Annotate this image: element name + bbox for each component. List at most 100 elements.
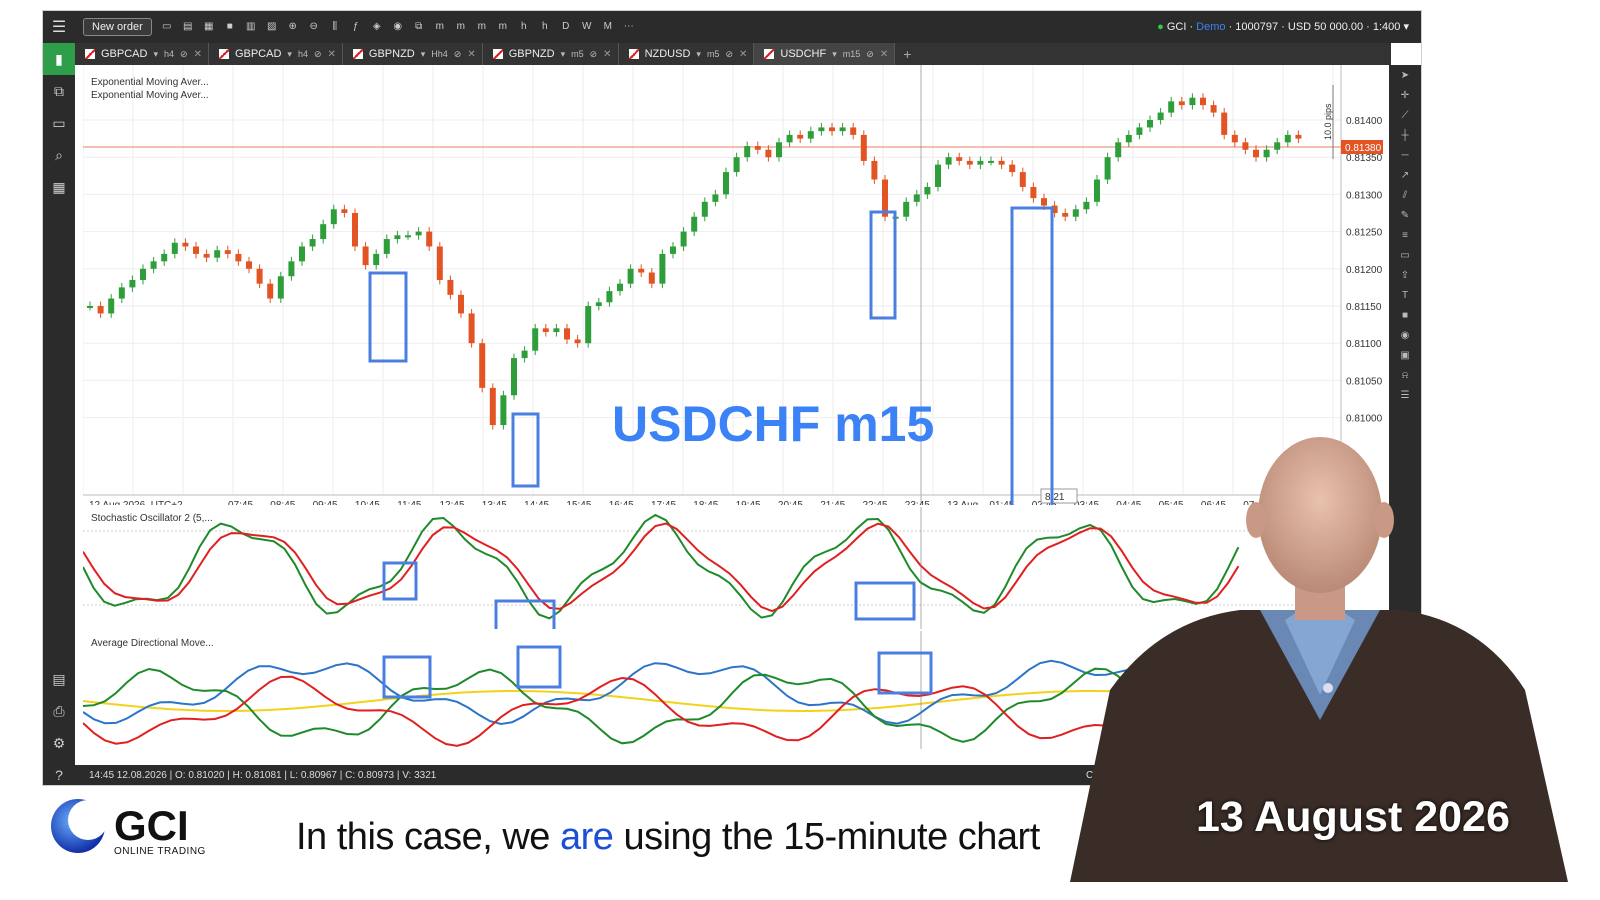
timeframe-h1-button[interactable]: h — [518, 21, 530, 33]
candle-body — [1178, 101, 1185, 106]
chevron-down-icon[interactable]: ▾ — [696, 49, 701, 60]
candle-body — [235, 253, 242, 262]
account-info[interactable]: ● GCI · Demo · 1000797 · USD 50 000.00 ·… — [1157, 20, 1409, 33]
ray-icon[interactable]: ↗ — [1389, 165, 1421, 185]
candle-body — [277, 276, 284, 299]
tab-timeframe[interactable]: m5 — [571, 49, 584, 59]
new-order-button[interactable]: New order — [83, 18, 152, 36]
stochastic-label: Stochastic Oscillator 2 (5,... — [91, 513, 213, 524]
chevron-down-icon[interactable]: ▾ — [287, 49, 292, 60]
link-icon[interactable]: ⊘ — [314, 49, 322, 60]
timeframe-w1-button[interactable]: W — [581, 21, 593, 33]
x-tick-label: 18:45 — [693, 500, 718, 505]
timeframe-h4-button[interactable]: h — [539, 21, 551, 33]
candle-body — [1147, 120, 1153, 128]
tab-nzdusd-4[interactable]: NZDUSD ▾ m5 ⊘ ✕ — [619, 43, 755, 65]
chevron-down-icon[interactable]: ▾ — [832, 49, 837, 60]
alarm-icon[interactable]: ⍾ — [1389, 365, 1421, 385]
printer-icon[interactable]: ⎙ — [43, 695, 75, 727]
hamburger-icon[interactable]: ☰ — [43, 11, 75, 43]
link-icon[interactable]: ⊘ — [590, 49, 598, 60]
zoom-out-icon[interactable]: ⊖ — [308, 21, 320, 33]
tab-gbpcad-0[interactable]: GBPCAD ▾ h4 ⊘ ✕ — [75, 43, 209, 65]
horizontal-line-icon[interactable]: ─ — [1389, 145, 1421, 165]
grid-icon[interactable]: ▦ — [203, 21, 215, 33]
single-layout-icon[interactable]: ■ — [224, 21, 236, 33]
candles-icon[interactable]: ⫼ — [329, 21, 341, 33]
tab-timeframe[interactable]: m15 — [843, 49, 861, 59]
chart-type-icon[interactable]: ▭ — [161, 21, 173, 33]
link-icon[interactable]: ⊘ — [866, 49, 874, 60]
cursor-icon[interactable]: ➤ — [1389, 65, 1421, 85]
pencil-icon[interactable]: ✎ — [1389, 205, 1421, 225]
close-icon[interactable]: ✕ — [194, 49, 202, 60]
search-icon[interactable]: ⌕ — [43, 139, 75, 171]
text-icon[interactable]: T — [1389, 285, 1421, 305]
link-icon[interactable]: ⊘ — [454, 49, 462, 60]
timeframe-mn-button[interactable]: M — [602, 21, 614, 33]
candle-body — [829, 127, 835, 132]
highlight-box — [511, 412, 540, 488]
channel-icon[interactable]: ⫽ — [1389, 185, 1421, 205]
tab-gbpnzd-3[interactable]: GBPNZD ▾ m5 ⊘ ✕ — [483, 43, 619, 65]
tab-timeframe[interactable]: h4 — [164, 49, 174, 59]
close-icon[interactable]: ✕ — [328, 49, 336, 60]
timeframe-m1-button[interactable]: m — [434, 21, 446, 33]
copy-icon[interactable]: ⧉ — [43, 75, 75, 107]
tab-timeframe[interactable]: m5 — [707, 49, 720, 59]
trendline-icon[interactable]: ⟋ — [1389, 105, 1421, 125]
camera-icon[interactable]: ▣ — [1389, 345, 1421, 365]
chart-icon[interactable]: ▮ — [43, 43, 75, 75]
layout-icon[interactable]: ▦ — [43, 171, 75, 203]
add-tab-icon[interactable]: + — [903, 46, 911, 62]
timeframe-m30-button[interactable]: m — [497, 21, 509, 33]
timeframe-m15-button[interactable]: m — [476, 21, 488, 33]
layers-icon[interactable]: ◈ — [371, 21, 383, 33]
settings-icon[interactable]: ⚙ — [43, 727, 75, 759]
indicator-icon[interactable]: ƒ — [350, 21, 362, 33]
tab-usdchf-5[interactable]: USDCHF ▾ m15 ⊘ ✕ — [754, 43, 896, 65]
x-tick-label: 13 Aug — [947, 500, 978, 505]
crosshair-icon[interactable]: ✛ — [1389, 85, 1421, 105]
candle-body — [988, 160, 994, 163]
x-tick-label: 09:45 — [313, 500, 338, 505]
close-icon[interactable]: ✕ — [467, 49, 475, 60]
wallet-icon[interactable]: ▭ — [43, 107, 75, 139]
tab-timeframe[interactable]: Hh4 — [431, 49, 448, 59]
candle-body — [945, 157, 952, 165]
close-icon[interactable]: ✕ — [603, 49, 611, 60]
eye-icon[interactable]: ◉ — [392, 21, 404, 33]
link-icon[interactable]: ⊘ — [725, 49, 733, 60]
color-swatch-icon[interactable]: ■ — [1389, 305, 1421, 325]
close-icon[interactable]: ✕ — [739, 49, 747, 60]
template-icon[interactable]: ⧉ — [413, 21, 425, 33]
arrow-up-icon[interactable]: ⇧ — [1389, 265, 1421, 285]
connection-dot-icon: ● — [1157, 21, 1167, 33]
chevron-down-icon[interactable]: ▾ — [153, 49, 158, 60]
more-icon[interactable]: ⋯ — [623, 21, 635, 33]
window-icon[interactable]: ▤ — [182, 21, 194, 33]
chevron-down-icon[interactable]: ▾ — [421, 49, 426, 60]
close-icon[interactable]: ✕ — [880, 49, 888, 60]
split-layout-icon[interactable]: ▥ — [245, 21, 257, 33]
tab-timeframe[interactable]: h4 — [298, 49, 308, 59]
objects-list-icon[interactable]: ☰ — [1389, 385, 1421, 405]
y-tick-label: 0.81150 — [1346, 302, 1382, 313]
timeframe-m5-button[interactable]: m — [455, 21, 467, 33]
tab-gbpnzd-2[interactable]: GBPNZD ▾ Hh4 ⊘ ✕ — [343, 43, 483, 65]
zoom-in-icon[interactable]: ⊕ — [287, 21, 299, 33]
magnet-icon[interactable]: ◉ — [1389, 325, 1421, 345]
tile-icon[interactable]: ▨ — [266, 21, 278, 33]
fibonacci-icon[interactable]: ≡ — [1389, 225, 1421, 245]
vertical-line-icon[interactable]: ┼ — [1389, 125, 1421, 145]
help-icon[interactable]: ? — [43, 759, 75, 785]
candle-body — [129, 279, 136, 288]
rectangle-icon[interactable]: ▭ — [1389, 245, 1421, 265]
link-icon[interactable]: ⊘ — [180, 49, 188, 60]
highlight-box — [368, 271, 408, 363]
candle-body — [786, 134, 793, 143]
calculator-icon[interactable]: ▤ — [43, 663, 75, 695]
timeframe-d1-button[interactable]: D — [560, 21, 572, 33]
chevron-down-icon[interactable]: ▾ — [561, 49, 566, 60]
tab-gbpcad-1[interactable]: GBPCAD ▾ h4 ⊘ ✕ — [209, 43, 343, 65]
